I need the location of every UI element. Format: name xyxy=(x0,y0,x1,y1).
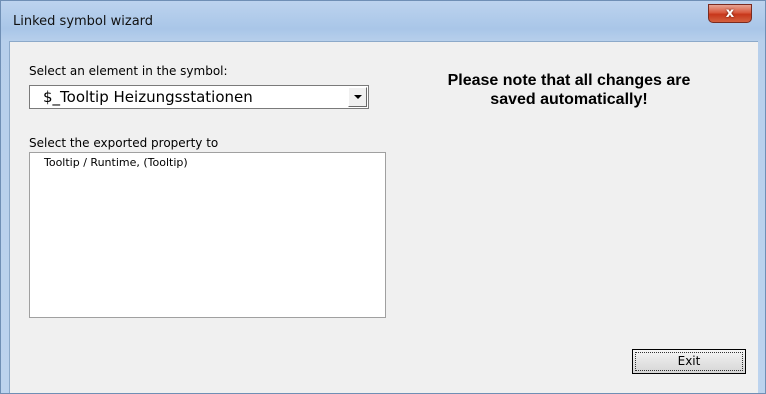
element-select-label: Select an element in the symbol: xyxy=(29,64,228,78)
property-select-label: Select the exported property to xyxy=(29,136,219,150)
close-icon: x xyxy=(725,6,735,21)
exit-button[interactable]: Exit xyxy=(632,349,746,374)
window-title: Linked symbol wizard xyxy=(13,14,154,29)
property-listbox[interactable]: Tooltip / Runtime, (Tooltip) xyxy=(29,152,386,318)
close-button[interactable]: x xyxy=(708,4,752,23)
list-item[interactable]: Tooltip / Runtime, (Tooltip) xyxy=(44,156,188,169)
chevron-down-icon[interactable] xyxy=(348,87,367,107)
exit-button-label: Exit xyxy=(677,354,701,368)
element-dropdown-value: $_Tooltip Heizungsstationen xyxy=(43,88,253,106)
autosave-notice: Please note that all changes are saved a… xyxy=(447,72,691,108)
element-dropdown[interactable]: $_Tooltip Heizungsstationen xyxy=(29,85,369,109)
dialog-client-area: Select an element in the symbol: $_Toolt… xyxy=(9,41,758,393)
title-bar[interactable]: Linked symbol wizard x xyxy=(1,1,766,41)
dialog-window: Linked symbol wizard x Select an element… xyxy=(0,0,766,394)
